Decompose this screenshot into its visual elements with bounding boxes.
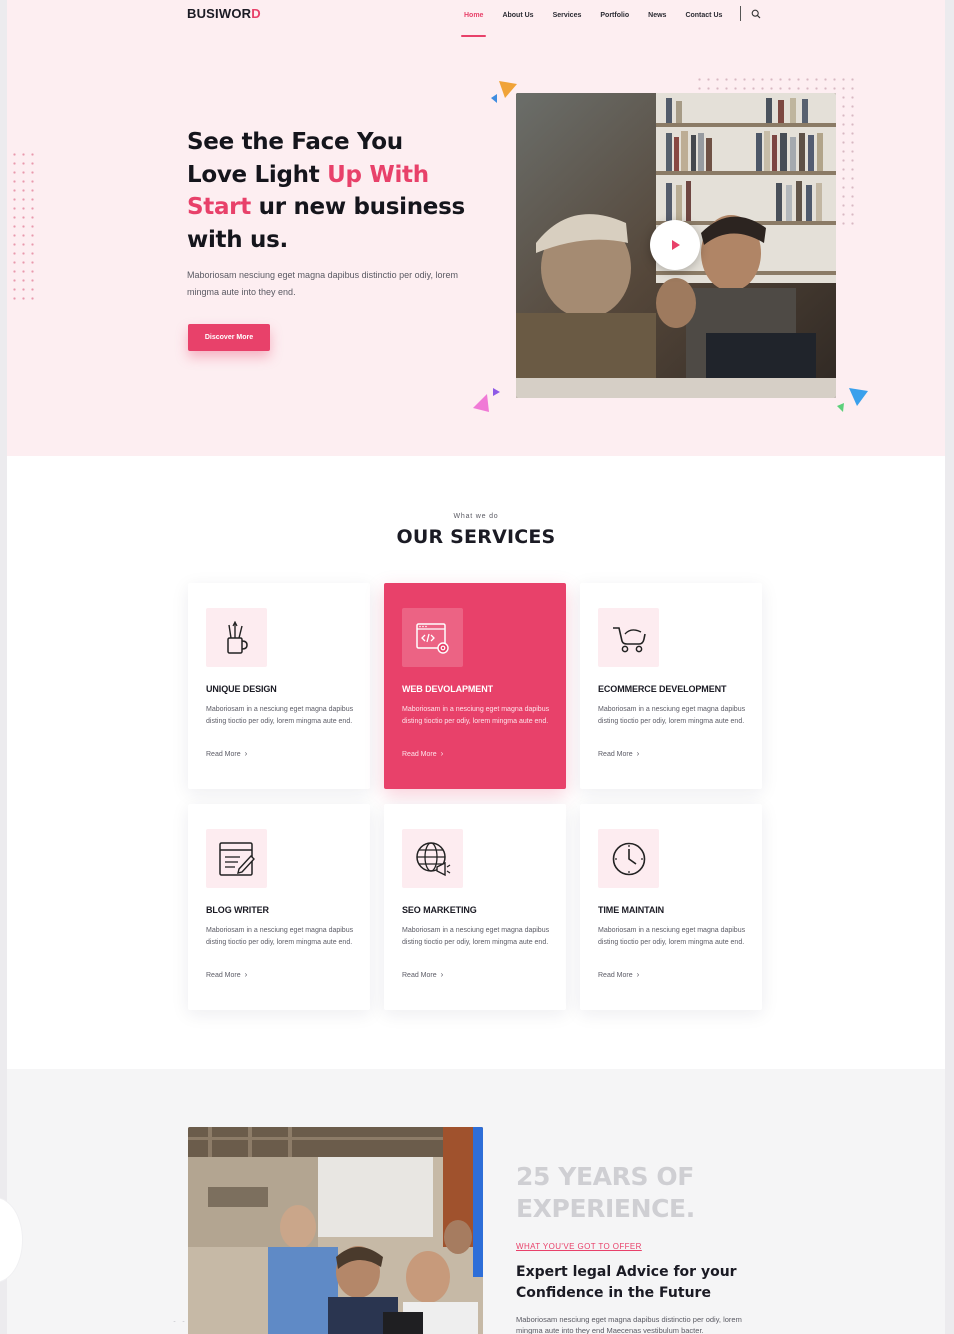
read-more-label: Read More [206,972,241,979]
chevron-right-icon: › [244,749,248,758]
service-card-blog-writer[interactable]: BLOG WRITER Maboriosam in a nesciung ege… [188,804,370,1010]
hero-headline: See the Face You Love Light Up With Star… [187,126,465,256]
chevron-right-icon: › [440,749,444,758]
blog-edit-icon [218,841,255,876]
headline-line-4: with us. [187,226,288,253]
headline-line-3a: Start [187,194,251,220]
brand-logo[interactable]: BUSIWORD [187,6,261,21]
service-card-title: ECOMMERCE DEVELOPMENT [598,684,727,694]
dot-pattern-bottom [170,1318,190,1322]
service-card-desc: Maboriosam in a nesciung eget magna dapi… [206,706,354,725]
service-card-title: TIME MAINTAIN [598,905,665,915]
service-card-title: SEO MARKETING [402,905,477,915]
read-more-link[interactable]: Read More › [598,970,639,979]
services-title: OUR SERVICES [396,526,556,548]
page: BUSIWORD Home About Us Services Portfoli… [7,0,945,1334]
service-card-desc: Maboriosam in a nesciung eget magna dapi… [598,706,746,725]
headline-line-3b: ur new business [250,194,466,220]
code-window-icon [415,622,449,654]
service-card-desc: Maboriosam in a nesciung eget magna dapi… [402,706,550,725]
chevron-right-icon: › [440,970,444,979]
dot-pattern-left [10,150,38,300]
search-icon[interactable] [751,9,761,19]
headline-line-2b: Up With [327,161,429,188]
read-more-label: Read More [402,751,437,758]
experience-heading-line-1: Expert legal Advice for your [516,1264,737,1280]
nav-portfolio[interactable]: Portfolio [600,12,629,19]
experience-big-line-1: 25 YEARS OF [516,1162,694,1191]
experience-description: Maboriosam nesciung eget magna dapibus d… [516,1315,742,1334]
read-more-link[interactable]: Read More › [402,970,443,979]
discover-more-button[interactable]: Discover More [188,324,270,351]
nav-contact-us[interactable]: Contact Us [685,12,722,19]
pencil-cup-icon [226,620,248,654]
office-team-photo [188,1127,483,1334]
brand-name-accent: D [251,6,261,21]
service-card-desc: Maboriosam in a nesciung eget magna dapi… [598,927,746,946]
read-more-label: Read More [598,972,633,979]
service-card-desc: Maboriosam in a nesciung eget magna dapi… [206,927,354,946]
service-icon-box [402,608,463,667]
read-more-link[interactable]: Read More › [206,970,247,979]
read-more-label: Read More [402,972,437,979]
nav-home[interactable]: Home [460,12,487,37]
hero-description: Maboriosam nesciung eget magna dapibus d… [187,270,458,297]
service-icon-box [598,829,659,888]
triangle-decor-bottom-left [473,388,500,412]
play-video-button[interactable] [650,220,700,270]
service-card-time-maintain[interactable]: TIME MAINTAIN Maboriosam in a nesciung e… [580,804,762,1010]
triangle-decor-bottom-right [837,388,868,412]
nav-divider [740,6,742,21]
headline-line-1: See the Face You [187,129,403,155]
service-card-unique-design[interactable]: UNIQUE DESIGN Maboriosam in a nesciung e… [188,583,370,789]
chevron-right-icon: › [636,749,640,758]
service-card-title: UNIQUE DESIGN [206,684,277,694]
service-card-title: BLOG WRITER [206,905,269,915]
service-card-desc: Maboriosam in a nesciung eget magna dapi… [402,927,550,946]
cart-icon [612,626,646,652]
read-more-label: Read More [206,751,241,758]
read-more-link[interactable]: Read More › [206,749,247,758]
experience-heading-line-2: Confidence in the Future [516,1285,711,1301]
office-photo-illustration [188,1127,483,1334]
headline-line-2a: Love Light [187,161,328,188]
service-icon-box [206,608,267,667]
chevron-right-icon: › [244,970,248,979]
service-icon-box [402,829,463,888]
triangle-decor-top [491,81,517,103]
globe-megaphone-icon [415,841,450,876]
service-card-ecommerce-development[interactable]: ECOMMERCE DEVELOPMENT Maboriosam in a ne… [580,583,762,789]
read-more-link[interactable]: Read More › [598,749,639,758]
service-card-web-development[interactable]: WEB DEVOLAPMENT Maboriosam in a nesciung… [384,583,566,789]
nav-news[interactable]: News [648,12,666,19]
brand-name: BUSIWOR [187,6,252,21]
experience-heading: Expert legal Advice for your Confidence … [516,1262,737,1304]
service-icon-box [598,608,659,667]
hero-section: BUSIWORD Home About Us Services Portfoli… [7,0,945,456]
nav-about-us[interactable]: About Us [502,12,533,19]
read-more-label: Read More [598,751,633,758]
service-card-seo-marketing[interactable]: SEO MARKETING Maboriosam in a nesciung e… [384,804,566,1010]
experience-big-title: 25 YEARS OF EXPERIENCE. [516,1161,695,1225]
service-icon-box [206,829,267,888]
experience-kicker-link[interactable]: WHAT YOU'VE GOT TO OFFER [516,1242,642,1251]
main-nav: Home About Us Services Portfolio News Co… [460,6,761,37]
chevron-right-icon: › [636,970,640,979]
clock-icon [612,842,645,875]
service-card-title: WEB DEVOLAPMENT [402,684,494,694]
services-kicker: What we do [453,513,499,520]
read-more-link[interactable]: Read More › [402,749,443,758]
play-icon [672,240,680,250]
experience-big-line-2: EXPERIENCE. [516,1194,695,1223]
nav-services[interactable]: Services [553,12,582,19]
